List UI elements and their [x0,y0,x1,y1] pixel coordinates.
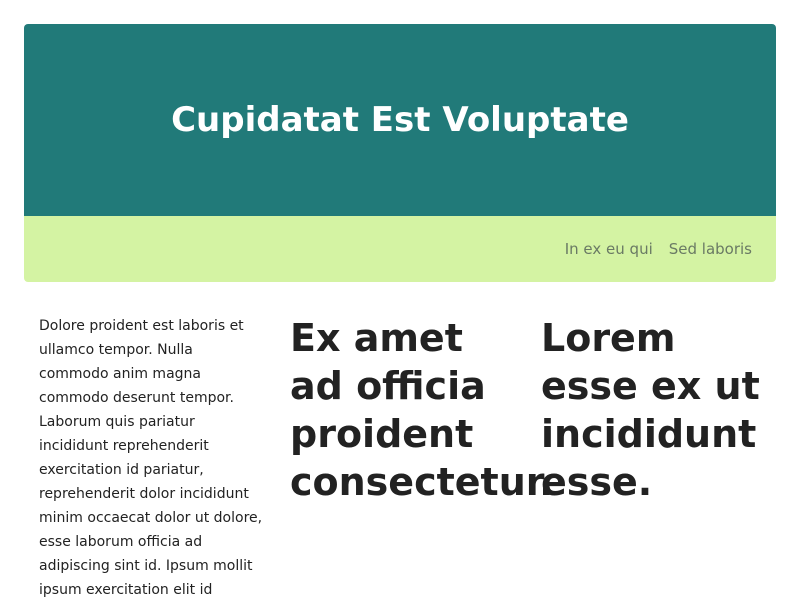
page: Cupidatat Est Voluptate In ex eu qui Sed… [0,0,800,600]
content-heading-left: Ex amet ad officia proident consectetur. [290,316,554,504]
nav-links: In ex eu qui Sed laboris [565,240,752,258]
content-heading-right: Lorem esse ex ut incididunt esse. [541,316,760,504]
nav-bar: In ex eu qui Sed laboris [24,216,776,282]
page-title: Cupidatat Est Voluptate [171,100,629,140]
content-heading-column-left: Ex amet ad officia proident consectetur. [290,314,554,506]
nav-link-sed-laboris[interactable]: Sed laboris [669,240,752,258]
hero-banner: Cupidatat Est Voluptate [24,24,776,216]
content-paragraph-column: Dolore proident est laboris et ullamco t… [39,314,265,600]
nav-link-in-ex-eu-qui[interactable]: In ex eu qui [565,240,653,258]
content-paragraph: Dolore proident est laboris et ullamco t… [39,318,263,598]
content-heading-column-right: Lorem esse ex ut incididunt esse. [541,314,781,506]
